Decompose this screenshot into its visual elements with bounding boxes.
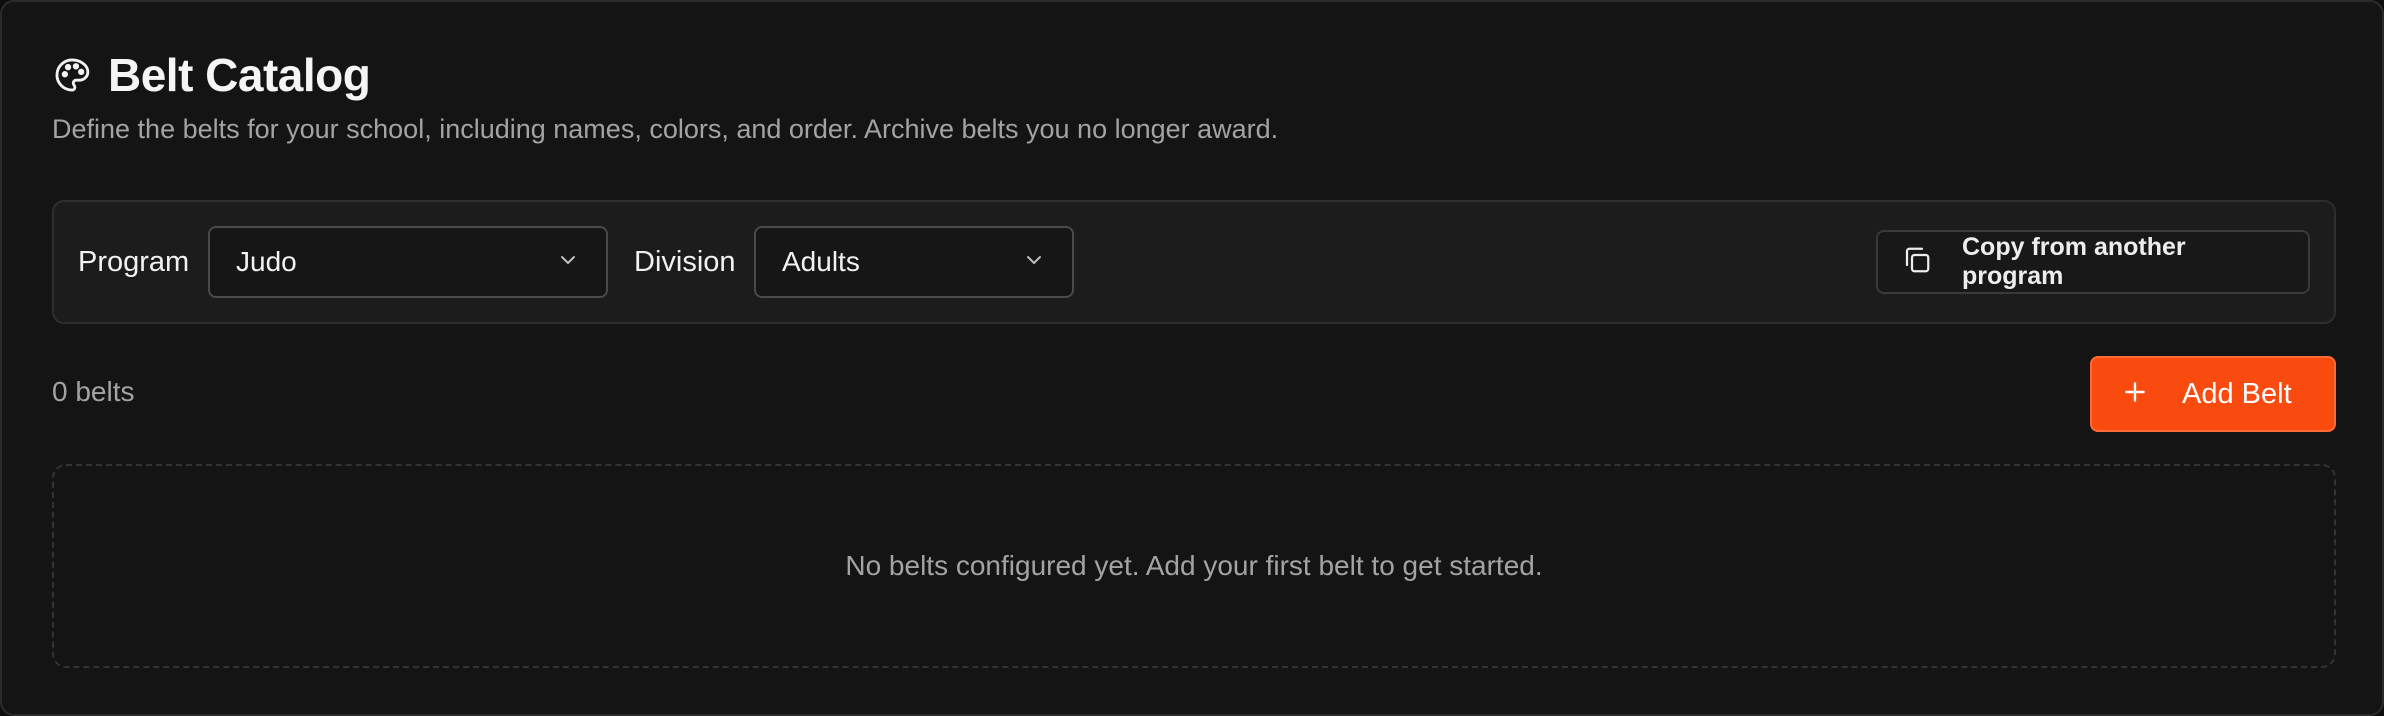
add-belt-label: Add Belt [2182,377,2292,410]
division-label: Division [634,246,736,278]
page-header: Belt Catalog [52,48,371,102]
palette-icon [52,55,92,95]
copy-from-program-button[interactable]: Copy from another program [1876,230,2310,294]
belt-catalog-card: Belt Catalog Define the belts for your s… [0,0,2384,716]
page-subtitle: Define the belts for your school, includ… [52,114,1279,144]
add-belt-button[interactable]: Add Belt [2090,356,2336,432]
chevron-down-icon [556,248,580,277]
copy-from-program-label: Copy from another program [1962,233,2186,290]
empty-state-message: No belts configured yet. Add your first … [845,550,1543,581]
filter-bar: Program Judo Division Adults Copy from a… [52,200,2336,324]
belt-count: 0 belts [52,376,135,407]
copy-icon [1902,245,1932,280]
division-select-value: Adults [782,246,860,277]
program-select-value: Judo [236,246,297,277]
page-title: Belt Catalog [108,49,371,101]
plus-icon [2122,379,2148,410]
empty-state: No belts configured yet. Add your first … [52,464,2336,668]
chevron-down-icon [1022,248,1046,277]
program-label: Program [78,246,190,278]
division-select[interactable]: Adults [754,226,1074,298]
program-select[interactable]: Judo [208,226,608,298]
